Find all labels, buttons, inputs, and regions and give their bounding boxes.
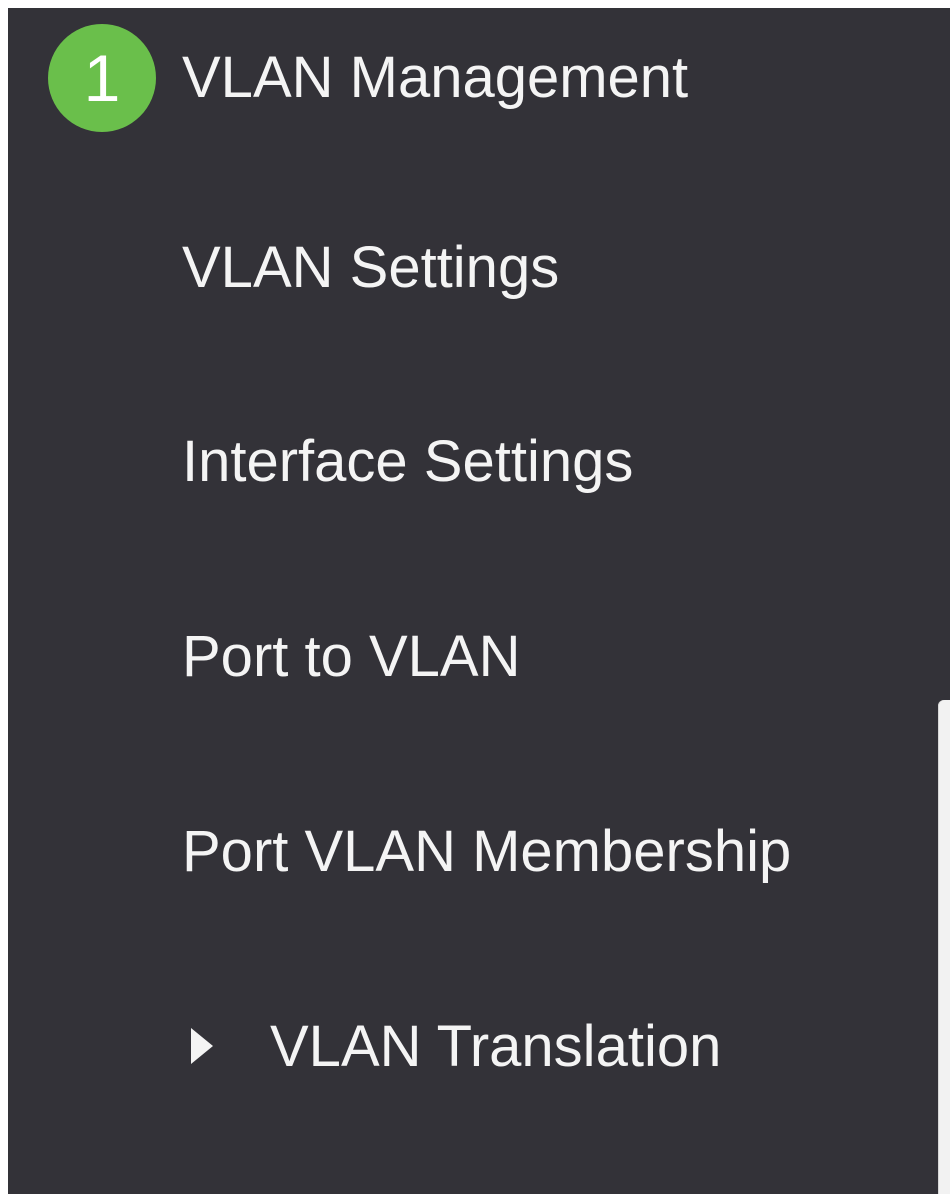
sidebar-item-vlan-translation[interactable]: VLAN Translation bbox=[8, 982, 938, 1112]
sidebar-item-label: Port VLAN Membership bbox=[182, 819, 792, 884]
sidebar-item-label: VLAN Settings bbox=[182, 235, 560, 300]
content-panel-edge bbox=[938, 700, 950, 1194]
sidebar-item-label: Interface Settings bbox=[182, 429, 634, 494]
sidebar-section-vlan-management[interactable]: 1 VLAN Management bbox=[8, 13, 938, 143]
caret-right-icon[interactable] bbox=[191, 1028, 213, 1064]
sidebar-item-label: VLAN Translation bbox=[270, 1014, 722, 1079]
page-frame: 1 VLAN Management VLAN Settings Interfac… bbox=[0, 0, 950, 1194]
step-number-badge: 1 bbox=[48, 24, 156, 132]
sidebar-item-vlan-settings[interactable]: VLAN Settings bbox=[8, 203, 938, 333]
sidebar-item-port-vlan-membership[interactable]: Port VLAN Membership bbox=[8, 787, 938, 917]
sidebar-section-title: VLAN Management bbox=[182, 45, 689, 110]
sidebar-item-interface-settings[interactable]: Interface Settings bbox=[8, 397, 938, 527]
sidebar-item-port-to-vlan[interactable]: Port to VLAN bbox=[8, 592, 938, 722]
vlan-management-sidebar: 1 VLAN Management VLAN Settings Interfac… bbox=[8, 8, 950, 1194]
sidebar-item-label: Port to VLAN bbox=[182, 624, 521, 689]
